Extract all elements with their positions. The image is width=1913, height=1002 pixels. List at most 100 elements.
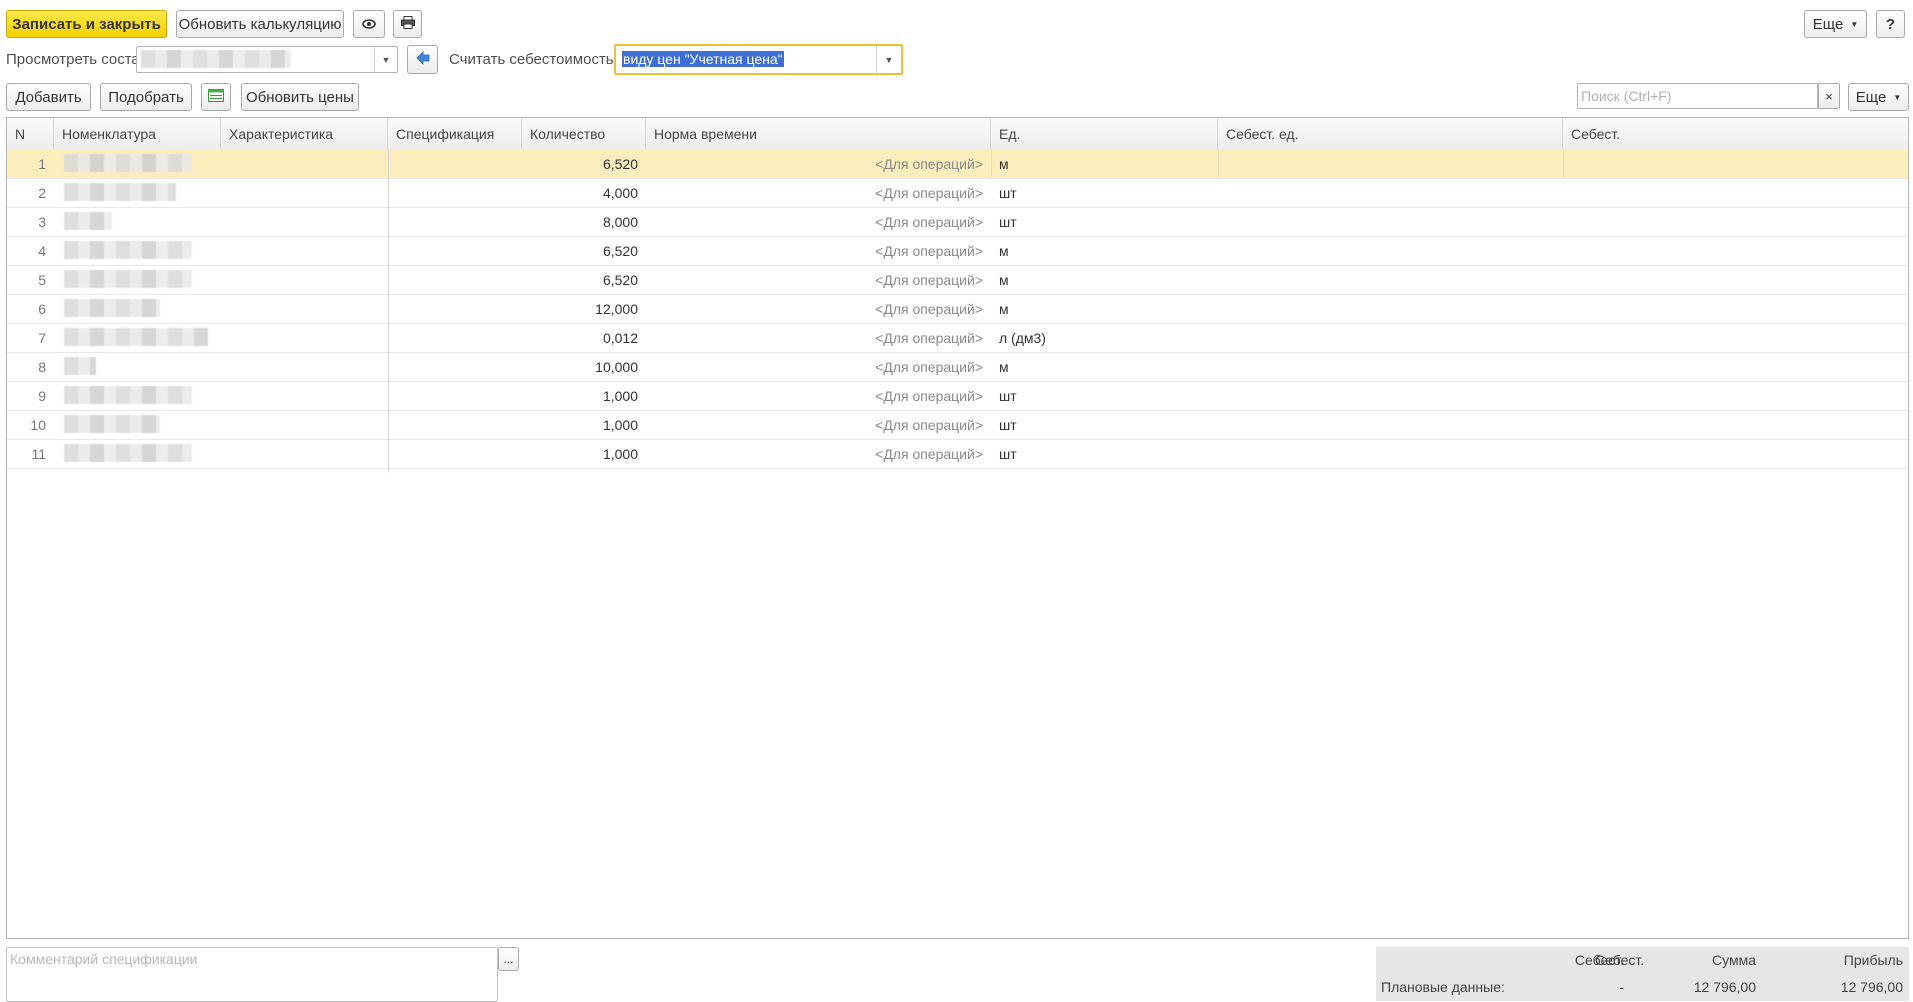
help-button[interactable]: ? [1876, 10, 1905, 38]
cell-divider [1218, 149, 1219, 178]
view-composition-label: Просмотреть состав: [6, 51, 152, 68]
col-header-unit[interactable]: Ед. [991, 118, 1218, 149]
quantity-cell: 0,012 [602, 329, 638, 346]
chevron-down-icon[interactable]: ▼ [374, 47, 397, 72]
col-header-cost[interactable]: Себест. [1563, 118, 1908, 149]
redacted-item-name [64, 444, 192, 462]
unit-cell: шт [999, 213, 1017, 230]
comment-placeholder: Комментарий спецификации [10, 951, 198, 967]
row-number: 9 [38, 387, 46, 404]
summary-header-sum: Сумма [1712, 952, 1756, 968]
save-and-close-button[interactable]: Записать и закрыть [6, 10, 167, 38]
cost-basis-label: Считать себестоимость по: [449, 51, 639, 68]
summary-profit-value: 12 796,00 [1840, 979, 1903, 995]
arrow-left-icon [415, 50, 430, 69]
col-header-unit-cost[interactable]: Себест. ед. [1218, 118, 1563, 149]
redacted-item-name [64, 299, 160, 317]
row-number: 1 [38, 155, 46, 172]
search-placeholder: Поиск (Ctrl+F) [1581, 88, 1672, 104]
add-button[interactable]: Добавить [6, 83, 91, 111]
back-arrow-button[interactable] [407, 45, 438, 74]
row-number: 6 [38, 300, 46, 317]
unit-cell: м [999, 300, 1009, 317]
summary-row-label: Плановые данные: [1381, 979, 1505, 995]
column-divider [388, 149, 389, 473]
quantity-cell: 6,520 [602, 271, 638, 288]
table-row[interactable]: 11 1,000 <Для операций> шт [7, 439, 1908, 469]
quantity-cell: 1,000 [602, 387, 638, 404]
redacted-item-name [64, 154, 192, 172]
totals-panel: Себест. Себест. Сумма Прибыль Плановые д… [1376, 947, 1909, 1001]
print-button[interactable] [393, 10, 422, 38]
time-norm-cell: <Для операций> [875, 358, 983, 375]
table-row[interactable]: 7 0,012 <Для операций> л (дм3) [7, 323, 1908, 353]
comment-edit-button[interactable]: ... [498, 947, 519, 971]
time-norm-cell: <Для операций> [875, 213, 983, 230]
table-row[interactable]: 5 6,520 <Для операций> м [7, 265, 1908, 295]
redacted-value [141, 50, 291, 68]
specification-comment-input[interactable]: Комментарий спецификации [6, 947, 498, 1002]
redacted-item-name [64, 357, 96, 375]
redacted-item-name [64, 328, 208, 346]
specification-table[interactable]: N Номенклатура Характеристика Спецификац… [6, 117, 1909, 939]
table-row[interactable]: 6 12,000 <Для операций> м [7, 294, 1908, 324]
time-norm-cell: <Для операций> [875, 416, 983, 433]
cell-divider [1563, 149, 1564, 178]
clear-search-button[interactable]: × [1818, 83, 1840, 109]
quantity-cell: 10,000 [595, 358, 638, 375]
update-prices-button[interactable]: Обновить цены [241, 83, 359, 111]
chevron-down-icon: ▼ [1893, 92, 1902, 102]
pick-button[interactable]: Подобрать [100, 83, 192, 111]
chevron-down-icon: ▼ [1850, 19, 1859, 29]
unit-cell: л (дм3) [999, 329, 1046, 346]
summary-header-profit: Прибыль [1843, 952, 1903, 968]
col-header-n[interactable]: N [7, 118, 54, 149]
redacted-item-name [64, 212, 112, 230]
search-input[interactable]: Поиск (Ctrl+F) [1577, 83, 1818, 109]
table-row[interactable]: 10 1,000 <Для операций> шт [7, 410, 1908, 440]
summary-header-cost-text: Себест. [1574, 952, 1624, 968]
row-number: 2 [38, 184, 46, 201]
table-row[interactable]: 4 6,520 <Для операций> м [7, 236, 1908, 266]
col-header-item[interactable]: Номенклатура [54, 118, 221, 149]
table-row[interactable]: 8 10,000 <Для операций> м [7, 352, 1908, 382]
more-label: Еще [1855, 88, 1887, 106]
unit-cell: шт [999, 445, 1017, 462]
row-number: 11 [31, 445, 46, 462]
quantity-cell: 4,000 [602, 184, 638, 201]
summary-sum-value: 12 796,00 [1693, 979, 1756, 995]
col-header-time-norm[interactable]: Норма времени [646, 118, 991, 149]
table-settings-button[interactable] [201, 83, 231, 111]
unit-cell: м [999, 358, 1009, 375]
chevron-down-icon[interactable]: ▼ [876, 46, 901, 73]
more-menu-button[interactable]: Еще ▼ [1804, 10, 1867, 38]
time-norm-cell: <Для операций> [875, 271, 983, 288]
more-label: Еще [1812, 15, 1844, 33]
table-icon [208, 88, 224, 106]
cell-divider [991, 149, 992, 178]
unit-cell: шт [999, 416, 1017, 433]
table-more-menu-button[interactable]: Еще ▼ [1848, 83, 1909, 111]
time-norm-cell: <Для операций> [875, 445, 983, 462]
table-row[interactable]: 1 6,520 <Для операций> м [7, 149, 1908, 179]
quantity-cell: 6,520 [602, 242, 638, 259]
table-row[interactable]: 2 4,000 <Для операций> шт [7, 178, 1908, 208]
preview-button[interactable] [353, 10, 385, 38]
table-row[interactable]: 3 8,000 <Для операций> шт [7, 207, 1908, 237]
cost-basis-select[interactable]: виду цен "Учетная цена" ▼ [614, 44, 903, 75]
col-header-specification[interactable]: Спецификация [388, 118, 522, 149]
view-composition-select[interactable]: ▼ [136, 46, 398, 73]
unit-cell: м [999, 271, 1009, 288]
eye-icon [362, 16, 376, 33]
unit-cell: шт [999, 184, 1017, 201]
time-norm-cell: <Для операций> [875, 184, 983, 201]
col-header-characteristic[interactable]: Характеристика [221, 118, 388, 149]
unit-cell: шт [999, 387, 1017, 404]
col-header-quantity[interactable]: Количество [522, 118, 646, 149]
quantity-cell: 1,000 [602, 416, 638, 433]
table-row[interactable]: 9 1,000 <Для операций> шт [7, 381, 1908, 411]
refresh-calculation-button[interactable]: Обновить калькуляцию [176, 10, 344, 38]
time-norm-cell: <Для операций> [875, 155, 983, 172]
summary-cost-value: - [1619, 979, 1624, 995]
quantity-cell: 1,000 [602, 445, 638, 462]
